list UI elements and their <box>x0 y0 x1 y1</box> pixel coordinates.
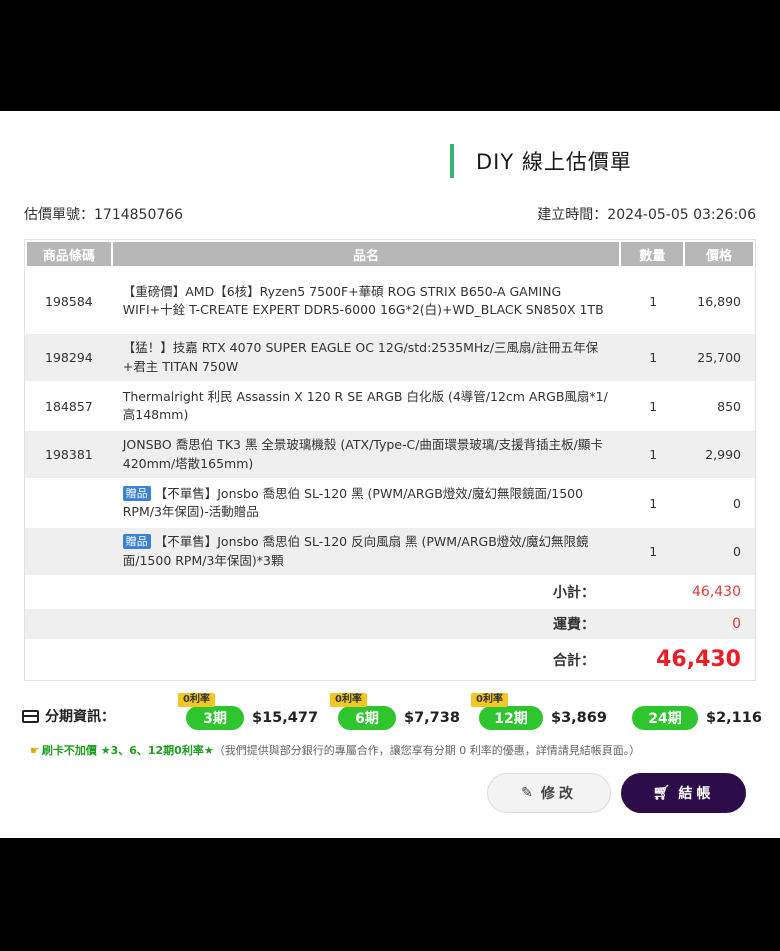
table-row: 贈品 【不單售】Jonsbo 喬思伯 SL-120 反向風扇 黑 (PWM/ARG… <box>25 528 755 575</box>
shipping-label: 運費： <box>553 617 595 633</box>
col-header-name: 品名 <box>112 242 620 266</box>
item-qty: 1 <box>649 350 658 365</box>
plan-term: 24期 <box>648 711 682 727</box>
gift-tag: 贈品 <box>122 485 151 501</box>
item-price: 16,890 <box>697 293 741 309</box>
table-row: 198584 【重磅價】AMD【6核】Ryzen5 7500F+華碩 ROG S… <box>25 268 755 334</box>
item-qty: 1 <box>649 398 658 414</box>
item-code: 198294 <box>45 350 93 365</box>
gift-tag: 贈品 <box>122 534 151 549</box>
subtotal-label: 小計： <box>553 585 595 601</box>
checkout-button[interactable]: 🛒︎ 結帳 <box>621 773 746 813</box>
quote-number: 估價單號：1714850766 <box>24 207 184 223</box>
table-header: 商品條碼 品名 數量 價格 <box>25 240 755 268</box>
shipping-row: 運費： 0 <box>25 609 755 639</box>
cart-icon: 🛒︎ <box>652 785 671 801</box>
shipping-value: 0 <box>732 616 741 632</box>
zero-rate-badge: 0利率 <box>471 693 508 707</box>
plan-term-pill: 0利率 3期 <box>178 693 244 730</box>
item-qty: 1 <box>649 495 658 511</box>
table-row: 贈品 【不單售】Jonsbo 喬思伯 SL-120 黑 (PWM/ARGB燈效/魔… <box>25 478 755 528</box>
item-price: 25,700 <box>697 350 741 365</box>
col-header-qty: 數量 <box>621 242 684 266</box>
item-name: JONSBO 喬思伯 TK3 黑 全景玻璃機殼 (ATX/Type-C/曲面環景… <box>122 437 603 471</box>
plan-amount: $7,738 <box>404 710 460 726</box>
plan-term: 12期 <box>494 711 528 727</box>
table-row: 198381 JONSBO 喬思伯 TK3 黑 全景玻璃機殼 (ATX/Type… <box>25 431 755 478</box>
quote-sheet: DIY 線上估價單 估價單號：1714850766 建立時間：2024-05-0… <box>0 111 780 838</box>
item-price: 850 <box>717 398 741 414</box>
installment-plan-3: 0利率 3期 $15,477 <box>178 693 319 730</box>
subtotal-row: 小計： 46,430 <box>25 575 755 609</box>
installment-info: 分期資訊： 0利率 3期 $15,477 0利率 6期 $7,738 0利率 1… <box>22 693 762 734</box>
item-code: 198381 <box>45 447 93 462</box>
plan-term: 3期 <box>203 711 227 727</box>
item-name: Thermalright 利民 Assassin X 120 R SE ARGB… <box>122 388 608 423</box>
installment-plan-24: 24期 $2,116 <box>632 694 762 730</box>
plan-term-pill: 24期 <box>632 706 698 730</box>
credit-card-icon <box>22 709 39 723</box>
col-header-price: 價格 <box>685 242 753 266</box>
promo-highlight: 刷卡不加價 ★3、6、12期0利率★ <box>41 744 214 757</box>
item-qty: 1 <box>649 293 658 309</box>
plan-amount: $2,116 <box>706 710 762 726</box>
plan-term-pill: 0利率 6期 <box>330 693 396 730</box>
plan-amount: $3,869 <box>551 710 607 726</box>
pointing-hand-icon: ☛ <box>30 743 40 757</box>
page-header: DIY 線上估價單 <box>450 143 632 179</box>
item-code: 198584 <box>45 293 93 309</box>
item-price: 0 <box>733 495 741 511</box>
created-time: 建立時間：2024-05-05 03:26:06 <box>537 207 756 223</box>
installment-label: 分期資訊： <box>22 706 115 726</box>
item-name: 贈品 【不單售】Jonsbo 喬思伯 SL-120 黑 (PWM/ARGB燈效/魔… <box>113 479 622 528</box>
item-name: 【猛！】技嘉 RTX 4070 SUPER EAGLE OC 12G/std:2… <box>122 340 599 374</box>
installment-label-text: 分期資訊： <box>45 709 115 725</box>
promo-note: ☛ 刷卡不加價 ★3、6、12期0利率★ （我們提供與部分銀行的專屬合作，讓您享… <box>30 742 640 758</box>
table-row: 184857 Thermalright 利民 Assassin X 120 R … <box>25 381 755 431</box>
item-name-text: 【不單售】Jonsbo 喬思伯 SL-120 黑 (PWM/ARGB燈效/魔幻無… <box>122 485 584 520</box>
item-name: 贈品 【不單售】Jonsbo 喬思伯 SL-120 反向風扇 黑 (PWM/ARG… <box>113 527 622 576</box>
item-qty: 1 <box>649 447 658 462</box>
total-value: 46,430 <box>656 647 741 672</box>
plan-term: 6期 <box>355 711 379 727</box>
item-qty: 1 <box>649 544 658 559</box>
item-name-text: 【不單售】Jonsbo 喬思伯 SL-120 反向風扇 黑 (PWM/ARGB燈… <box>122 534 589 568</box>
table-row: 198294 【猛！】技嘉 RTX 4070 SUPER EAGLE OC 12… <box>25 334 755 381</box>
item-code: 184857 <box>45 398 93 414</box>
item-price: 0 <box>733 544 741 559</box>
zero-rate-badge: 0利率 <box>330 693 367 707</box>
checkout-button-label: 結帳 <box>678 786 715 802</box>
plan-term-pill: 0利率 12期 <box>471 693 543 730</box>
total-row: 合計： 46,430 <box>25 639 755 680</box>
plan-amount: $15,477 <box>252 710 319 726</box>
total-label: 合計： <box>553 652 595 669</box>
installment-plan-12: 0利率 12期 $3,869 <box>471 693 607 730</box>
quote-table: 商品條碼 品名 數量 價格 198584 【重磅價】AMD【6核】Ryzen5 … <box>24 239 756 681</box>
installment-plan-6: 0利率 6期 $7,738 <box>330 693 460 730</box>
subtotal-value: 46,430 <box>692 584 741 600</box>
edit-button[interactable]: ✎ 修改 <box>487 773 611 813</box>
promo-text: （我們提供與部分銀行的專屬合作，讓您享有分期 0 利率的優惠，詳情請見結帳頁面。… <box>213 744 641 757</box>
edit-button-label: 修改 <box>540 786 577 802</box>
title-accent-bar <box>450 144 454 178</box>
item-price: 2,990 <box>705 447 741 462</box>
col-header-code: 商品條碼 <box>27 242 111 266</box>
page-title: DIY 線上估價單 <box>476 150 632 174</box>
item-name: 【重磅價】AMD【6核】Ryzen5 7500F+華碩 ROG STRIX B6… <box>122 283 604 318</box>
pencil-icon: ✎ <box>521 785 533 801</box>
zero-rate-badge: 0利率 <box>178 693 215 707</box>
